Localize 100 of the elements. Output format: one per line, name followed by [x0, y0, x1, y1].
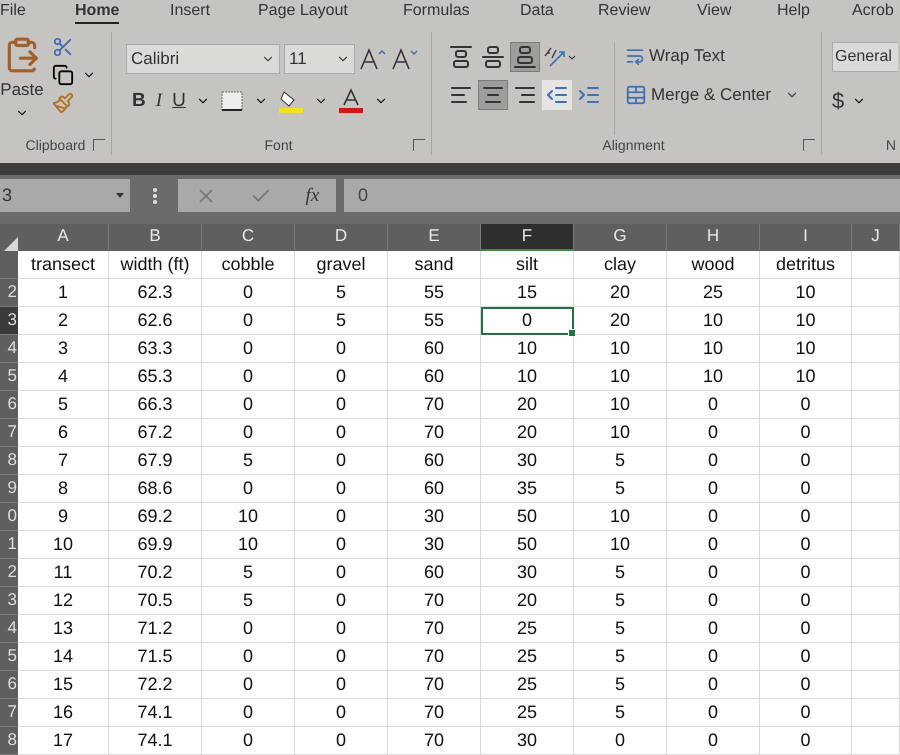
- table-cell: 0: [667, 726, 760, 755]
- ribbon-tab[interactable]: Insert: [170, 0, 210, 24]
- more-icon[interactable]: [152, 187, 158, 206]
- table-cell: 25: [667, 278, 760, 307]
- cut-icon[interactable]: [52, 36, 74, 58]
- table-cell: 0: [202, 726, 295, 755]
- table-cell: 65.3: [109, 362, 202, 391]
- row-header[interactable]: 0: [0, 502, 18, 531]
- ribbon-tab[interactable]: Review: [598, 0, 650, 24]
- italic-button[interactable]: I: [156, 90, 162, 112]
- row-header[interactable]: 5: [0, 642, 18, 671]
- name-box[interactable]: 3: [0, 179, 130, 212]
- row-header[interactable]: 1: [0, 530, 18, 559]
- table-cell: 16: [18, 698, 109, 727]
- table-cell: 0: [295, 558, 388, 587]
- table-cell: 60: [388, 558, 481, 587]
- font-name-field[interactable]: Calibri: [126, 44, 280, 74]
- row-header[interactable]: 2: [0, 278, 18, 307]
- empty-cell: [852, 334, 900, 363]
- ribbon-tab[interactable]: File: [0, 0, 26, 24]
- table-cell: 0: [667, 474, 760, 503]
- table-cell: 0: [202, 614, 295, 643]
- table-cell: 20: [481, 418, 574, 447]
- empty-cell: [852, 306, 900, 335]
- row-header[interactable]: 6: [0, 390, 18, 419]
- row-header[interactable]: 7: [0, 698, 18, 727]
- column-header[interactable]: I: [760, 224, 852, 251]
- launcher-icon[interactable]: [413, 139, 425, 152]
- table-cell: 0: [295, 418, 388, 447]
- ribbon-tab[interactable]: View: [697, 0, 732, 24]
- fill-handle[interactable]: [568, 328, 576, 337]
- row-header[interactable]: 4: [0, 614, 18, 643]
- font-color-icon[interactable]: [338, 88, 364, 114]
- table-cell: 0: [295, 530, 388, 559]
- bold-button[interactable]: B: [132, 90, 146, 112]
- table-cell: 20: [481, 390, 574, 419]
- increase-font-icon[interactable]: [359, 46, 387, 71]
- row-header[interactable]: 3: [0, 306, 18, 335]
- table-cell: 25: [481, 698, 574, 727]
- table-cell: 10: [667, 306, 760, 335]
- wrap-text-button[interactable]: Wrap Text: [625, 46, 725, 66]
- column-header[interactable]: B: [109, 224, 202, 251]
- table-cell: 10: [574, 390, 667, 419]
- row-header[interactable]: 7: [0, 418, 18, 447]
- launcher-icon[interactable]: [93, 139, 105, 152]
- table-cell: 67.9: [109, 446, 202, 475]
- number-format-field[interactable]: General: [832, 42, 898, 72]
- row-header[interactable]: 3: [0, 586, 18, 615]
- merge-icon[interactable]: [625, 84, 647, 106]
- empty-cell: [852, 502, 900, 531]
- table-cell: 20: [574, 306, 667, 335]
- currency-button[interactable]: $: [832, 88, 844, 114]
- launcher-icon[interactable]: [803, 139, 815, 152]
- table-cell: 25: [481, 670, 574, 699]
- column-header[interactable]: F: [481, 224, 574, 251]
- ribbon-tab[interactable]: Page Layout: [258, 0, 348, 24]
- formula-field[interactable]: 0: [344, 179, 900, 212]
- column-header[interactable]: A: [18, 224, 109, 251]
- column-header[interactable]: C: [202, 224, 295, 251]
- table-cell: 15: [481, 278, 574, 307]
- row-header[interactable]: 2: [0, 558, 18, 587]
- table-cell: 0: [667, 698, 760, 727]
- ribbon-tab[interactable]: Help: [777, 0, 810, 24]
- ribbon-tab[interactable]: Formulas: [403, 0, 470, 24]
- table-cell: 0: [481, 306, 574, 335]
- copy-icon[interactable]: [52, 64, 74, 86]
- row-header[interactable]: 5: [0, 362, 18, 391]
- row-header[interactable]: 4: [0, 334, 18, 363]
- row-header[interactable]: 6: [0, 670, 18, 699]
- table-cell: 70: [388, 390, 481, 419]
- column-header[interactable]: H: [667, 224, 760, 251]
- ribbon-tab[interactable]: Acrob: [852, 0, 894, 24]
- column-header[interactable]: E: [388, 224, 481, 251]
- row-header[interactable]: 9: [0, 474, 18, 503]
- font-size-field[interactable]: 11: [284, 44, 355, 74]
- table-cell: 0: [760, 502, 852, 531]
- paste-button[interactable]: Paste: [0, 80, 44, 100]
- table-cell: 0: [202, 418, 295, 447]
- table-cell: 0: [760, 642, 852, 671]
- column-header[interactable]: J: [852, 224, 900, 251]
- table-cell: 55: [388, 278, 481, 307]
- borders-icon[interactable]: [220, 90, 244, 112]
- column-header[interactable]: D: [295, 224, 388, 251]
- table-cell: 0: [760, 558, 852, 587]
- decrease-font-icon[interactable]: [391, 46, 419, 71]
- column-header[interactable]: G: [574, 224, 667, 251]
- table-cell: 70.5: [109, 586, 202, 615]
- row-header[interactable]: 8: [0, 726, 18, 755]
- table-cell: 9: [18, 502, 109, 531]
- function-icon[interactable]: fx: [306, 184, 320, 207]
- ribbon-tab[interactable]: Data: [520, 0, 554, 24]
- row-header[interactable]: 8: [0, 446, 18, 475]
- table-cell: 0: [295, 586, 388, 615]
- table-cell: detritus: [760, 250, 852, 279]
- table-cell: 5: [202, 586, 295, 615]
- table-cell: gravel: [295, 250, 388, 279]
- underline-button[interactable]: U: [172, 90, 186, 112]
- table-cell: 35: [481, 474, 574, 503]
- table-cell: 10: [574, 334, 667, 363]
- merge-center-button[interactable]: Merge & Center: [625, 84, 799, 106]
